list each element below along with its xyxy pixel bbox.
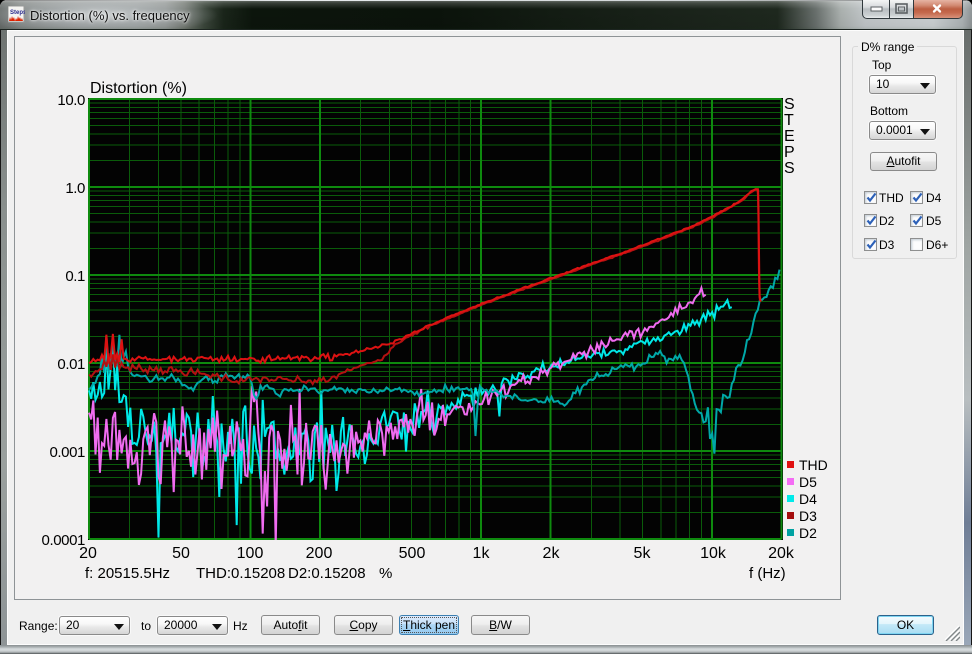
svg-text:Steps: Steps (10, 10, 25, 16)
